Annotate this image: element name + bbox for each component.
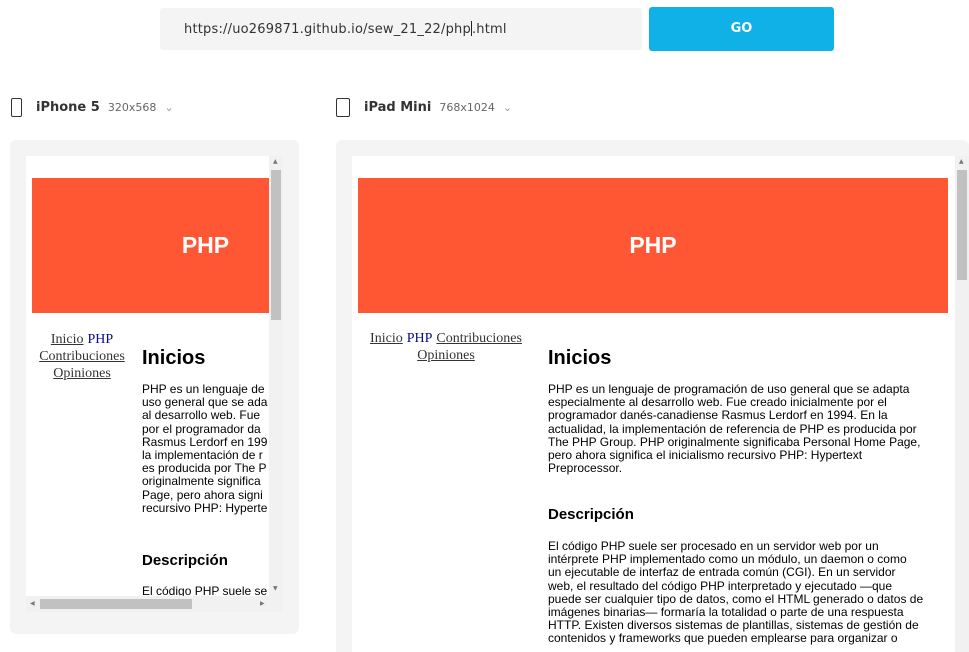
ipad-viewport[interactable]: PHP Inicio PHP Contribuciones Opiniones …: [352, 156, 969, 652]
scrollbar-thumb[interactable]: [40, 599, 192, 609]
iphone-viewport[interactable]: PHP Inicio PHP Contribuciones Opiniones …: [26, 156, 283, 612]
ipad-frame: PHP Inicio PHP Contribuciones Opiniones …: [336, 140, 969, 652]
nav-link-inicio[interactable]: Inicio: [370, 331, 403, 346]
scroll-down-arrow-icon[interactable]: ▼: [273, 586, 278, 592]
site-header-title: PHP: [181, 232, 230, 258]
scroll-right-arrow-icon[interactable]: ▶: [260, 601, 265, 607]
heading-inicios: Inicios: [548, 347, 612, 369]
paragraph-description: El código PHP suele ser procesado en un …: [548, 539, 924, 646]
nav-link-contribuciones[interactable]: Contribuciones: [39, 349, 125, 364]
nav-link-php[interactable]: PHP: [407, 331, 433, 346]
nav-link-contribuciones[interactable]: Contribuciones: [436, 331, 522, 346]
device-size: 768x1024: [439, 100, 495, 114]
horizontal-scrollbar[interactable]: ◀ ▶: [26, 596, 283, 612]
url-text: https://uo269871.github.io/sew_21_22/php…: [184, 21, 507, 37]
nav-link-opiniones[interactable]: Opiniones: [53, 366, 111, 381]
device-selector-iphone[interactable]: iPhone 5 320x568 ⌄: [11, 94, 174, 120]
vertical-scrollbar[interactable]: ▲ ▼: [269, 156, 283, 596]
nav-link-inicio[interactable]: Inicio: [51, 332, 84, 347]
vertical-scrollbar[interactable]: ▲: [955, 156, 969, 652]
scroll-up-arrow-icon[interactable]: ▲: [959, 159, 964, 165]
chevron-down-icon[interactable]: ⌄: [164, 101, 173, 114]
site-header: PHP: [32, 178, 269, 313]
site-header: PHP: [358, 178, 948, 313]
site-nav: Inicio PHP Contribuciones Opiniones: [360, 330, 532, 364]
scroll-left-arrow-icon[interactable]: ◀: [30, 601, 35, 607]
phone-icon: [11, 97, 22, 117]
heading-descripcion: Descripción: [142, 552, 228, 569]
tablet-icon: [336, 97, 350, 117]
go-button[interactable]: GO: [649, 7, 834, 51]
paragraph-intro: PHP es un lenguaje de programación de us…: [548, 382, 921, 476]
device-selector-ipad[interactable]: iPad Mini 768x1024 ⌄: [336, 94, 512, 120]
scroll-up-arrow-icon[interactable]: ▲: [273, 159, 278, 165]
nav-link-opiniones[interactable]: Opiniones: [417, 348, 475, 363]
nav-link-php[interactable]: PHP: [87, 332, 113, 347]
device-name: iPad Mini: [364, 99, 432, 115]
scrollbar-thumb[interactable]: [271, 170, 281, 320]
site-nav: Inicio PHP Contribuciones Opiniones: [30, 331, 134, 382]
heading-descripcion: Descripción: [548, 506, 634, 523]
heading-inicios: Inicios: [142, 347, 206, 369]
chevron-down-icon[interactable]: ⌄: [503, 101, 512, 114]
paragraph-intro: PHP es un lenguaje de uso general que se…: [142, 383, 268, 515]
iphone-frame: PHP Inicio PHP Contribuciones Opiniones …: [10, 140, 299, 634]
scrollbar-thumb[interactable]: [957, 170, 967, 280]
device-size: 320x568: [107, 100, 157, 114]
device-name: iPhone 5: [36, 99, 100, 115]
url-input[interactable]: https://uo269871.github.io/sew_21_22/php…: [160, 8, 642, 50]
site-header-title: PHP: [629, 232, 677, 258]
